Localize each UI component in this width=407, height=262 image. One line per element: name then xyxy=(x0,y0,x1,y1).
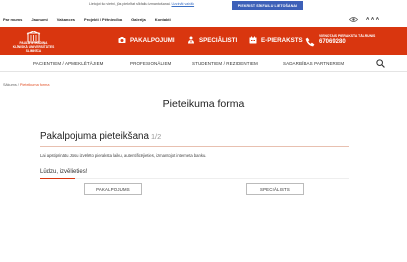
form-step: 1/2 xyxy=(150,132,162,141)
form-description: Lai apstiprinātu Jūsu izvēlēto pieraksta… xyxy=(40,153,207,158)
header-link-e-booking[interactable]: E-PIERAKSTS xyxy=(249,36,303,44)
camera-icon xyxy=(118,37,126,43)
top-nav-item-gallery[interactable]: Galerija xyxy=(131,17,146,22)
choose-divider xyxy=(75,178,349,179)
choose-label: Lūdzu, izvēlieties! xyxy=(40,169,88,175)
breadcrumb-current: Pieteikuma forma xyxy=(19,83,50,87)
accept-cookies-button[interactable]: PIEKRIST SĪKFAILU LIETOŠANAI xyxy=(232,1,303,10)
audience-nav: PACIENTIEM / APMEKLĒTĀJIEM PROFESIONĀLIE… xyxy=(0,55,407,72)
header-link-services[interactable]: PAKALPOJUMI xyxy=(118,36,175,44)
top-nav-item-about[interactable]: Par mums xyxy=(3,17,22,22)
phone-icon xyxy=(305,37,315,47)
cookie-more-link[interactable]: Uzzināt vairāk xyxy=(172,2,195,6)
eye-icon[interactable] xyxy=(349,16,358,23)
hospital-logo[interactable]: PAULA STRADIŅA KLĪNISKĀ UNIVERSITĀTES SL… xyxy=(6,30,61,53)
page-title: Pieteikuma forma xyxy=(162,98,245,110)
doctor-icon xyxy=(188,36,194,44)
top-nav-item-contacts[interactable]: Kontakti xyxy=(155,17,171,22)
header-link-specialists[interactable]: SPECIĀLISTI xyxy=(187,36,237,44)
form-title: Pakalpojuma pieteikšana 1/2 xyxy=(40,131,162,142)
audience-nav-patients[interactable]: PACIENTIEM / APMEKLĒTĀJIEM xyxy=(33,61,104,66)
top-nav-item-vacancies[interactable]: Vakances xyxy=(57,17,75,22)
top-nav-item-news[interactable]: Jaunumi xyxy=(31,17,47,22)
phone-label: VIENOTAIS PIERAKSTA TĀLRUNIS xyxy=(319,34,376,38)
audience-nav-students[interactable]: STUDENTIEM / REZIDENTIEM xyxy=(192,61,258,66)
cookie-text: Lietojot šo vietni, jūs piekrītat sīkfai… xyxy=(89,2,195,6)
breadcrumb-home[interactable]: Sākums xyxy=(3,83,17,87)
breadcrumb: Sākums / Pieteikuma forma xyxy=(3,83,49,87)
cookie-bar: Lietojot šo vietni, jūs piekrītat sīkfai… xyxy=(0,0,407,11)
breadcrumb-separator: / xyxy=(17,83,19,87)
main-header: PAULA STRADIŅA KLĪNISKĀ UNIVERSITĀTES SL… xyxy=(0,27,407,55)
logo-text: PAULA STRADIŅA KLĪNISKĀ UNIVERSITĀTES SL… xyxy=(12,41,55,53)
font-size-control[interactable]: A A A xyxy=(366,16,379,21)
service-option-button[interactable]: PAKALPOJUMS xyxy=(84,183,142,195)
form-title-divider xyxy=(40,146,349,147)
top-nav-item-projects[interactable]: Projekti / Pētniecība xyxy=(84,17,122,22)
phone-number[interactable]: 67069280 xyxy=(319,39,375,45)
phone-block[interactable]: VIENOTAIS PIERAKSTA TĀLRUNIS 67069280 xyxy=(319,34,375,45)
top-nav-links: Par mums Jaunumi Vakances Projekti / Pēt… xyxy=(3,17,171,22)
audience-nav-professionals[interactable]: PROFESIONĀLIEM xyxy=(130,61,171,66)
top-nav: Par mums Jaunumi Vakances Projekti / Pēt… xyxy=(0,12,407,27)
calendar-icon xyxy=(249,36,257,44)
search-icon[interactable] xyxy=(376,59,385,68)
specialist-option-button[interactable]: SPECIĀLISTS xyxy=(246,183,304,195)
audience-nav-partners[interactable]: SADARBĪBAS PARTNERIEM xyxy=(283,61,344,66)
choose-underline xyxy=(40,178,75,179)
